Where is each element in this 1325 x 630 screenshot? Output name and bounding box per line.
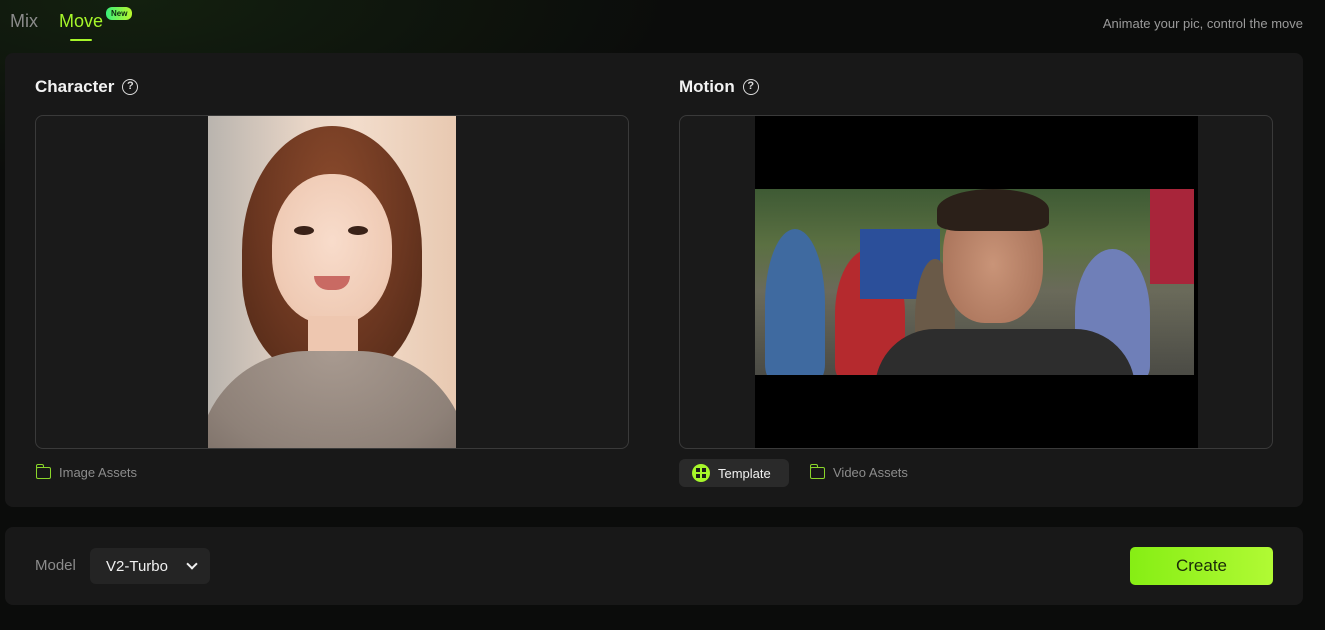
character-title: Character ?	[35, 77, 139, 97]
help-icon[interactable]: ?	[122, 79, 139, 95]
model-select[interactable]: V2-Turbo	[90, 548, 210, 584]
template-button[interactable]: Template	[679, 459, 789, 487]
motion-title: Motion ?	[679, 77, 759, 97]
folder-icon	[809, 463, 825, 479]
motion-video-area[interactable]	[679, 115, 1273, 449]
tab-move[interactable]: Move	[59, 11, 103, 32]
template-icon	[692, 464, 710, 482]
main-panel: Character ? Image Assets Motion ? Templa…	[5, 53, 1303, 507]
motion-title-label: Motion	[679, 77, 735, 96]
video-thumbnail	[755, 189, 1194, 375]
model-label: Model	[35, 557, 76, 574]
image-assets-link[interactable]: Image Assets	[35, 463, 138, 480]
video-assets-label: Video Assets	[833, 465, 908, 480]
new-badge: New	[106, 7, 133, 20]
video-assets-link[interactable]: Video Assets	[809, 463, 908, 480]
tab-mix[interactable]: Mix	[10, 11, 38, 32]
image-assets-label: Image Assets	[59, 465, 138, 480]
create-button[interactable]: Create	[1130, 547, 1273, 585]
active-tab-indicator	[70, 39, 92, 41]
character-image	[208, 116, 456, 448]
page-tagline: Animate your pic, control the move	[1102, 16, 1303, 31]
template-label: Template	[718, 465, 771, 481]
help-icon[interactable]: ?	[742, 79, 759, 95]
character-upload-area[interactable]	[35, 115, 629, 449]
folder-icon	[35, 463, 51, 479]
character-title-label: Character	[35, 77, 115, 96]
bottom-panel: Model V2-Turbo Create	[5, 527, 1303, 605]
motion-video	[755, 116, 1198, 448]
model-select-value: V2-Turbo	[106, 557, 168, 575]
chevron-down-icon	[186, 558, 198, 570]
top-bar: Mix Move New Animate your pic, control t…	[0, 0, 1325, 46]
